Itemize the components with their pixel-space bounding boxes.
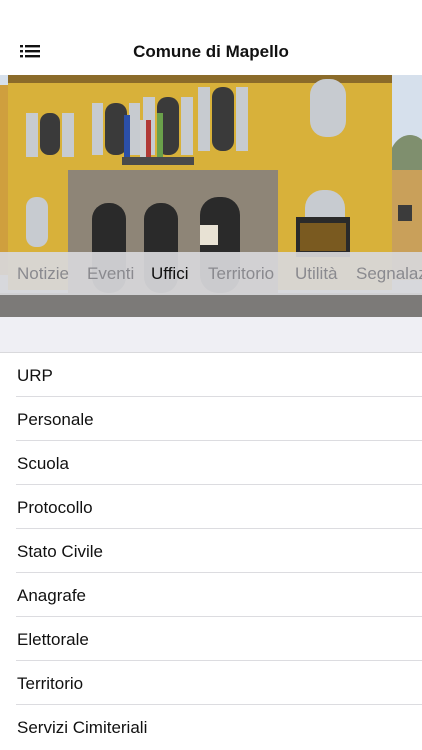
list-item-label: Anagrafe xyxy=(17,586,86,605)
list-item-anagrafe[interactable]: Anagrafe xyxy=(0,573,422,617)
tab-notizie[interactable]: Notizie xyxy=(17,264,69,284)
list-item-scuola[interactable]: Scuola xyxy=(0,441,422,485)
list-item-label: Territorio xyxy=(17,674,84,693)
tab-eventi[interactable]: Eventi xyxy=(87,264,134,284)
section-spacer xyxy=(0,317,422,353)
list-item-personale[interactable]: Personale xyxy=(0,397,422,441)
page-title: Comune di Mapello xyxy=(133,42,289,61)
list-item-label: URP xyxy=(17,366,53,385)
list-item-elettorale[interactable]: Elettorale xyxy=(0,617,422,661)
list-item-label: Elettorale xyxy=(17,630,89,649)
list-item-label: Personale xyxy=(17,410,94,429)
tab-uffici[interactable]: Uffici xyxy=(151,264,188,284)
list-item-protocollo[interactable]: Protocollo xyxy=(0,485,422,529)
list-item-label: Protocollo xyxy=(17,498,93,517)
list-item-territorio[interactable]: Territorio xyxy=(0,661,422,705)
offices-list: URP Personale Scuola Protocollo Stato Ci… xyxy=(0,353,422,749)
list-item-label: Servizi Cimiteriali xyxy=(17,718,148,737)
list-item-urp[interactable]: URP xyxy=(0,353,422,397)
list-item-label: Scuola xyxy=(17,454,69,473)
tab-segnalazioni[interactable]: Segnalaz xyxy=(356,264,422,284)
navigation-bar: Comune di Mapello xyxy=(0,0,422,75)
list-item-stato-civile[interactable]: Stato Civile xyxy=(0,529,422,573)
list-item-servizi-cimiteriali[interactable]: Servizi Cimiteriali xyxy=(0,705,422,749)
list-item-label: Stato Civile xyxy=(17,542,103,561)
tab-territorio[interactable]: Territorio xyxy=(208,264,274,284)
category-tab-bar: Notizie Eventi Uffici Territorio Utilità… xyxy=(0,252,422,295)
tab-utilita[interactable]: Utilità xyxy=(295,264,338,284)
